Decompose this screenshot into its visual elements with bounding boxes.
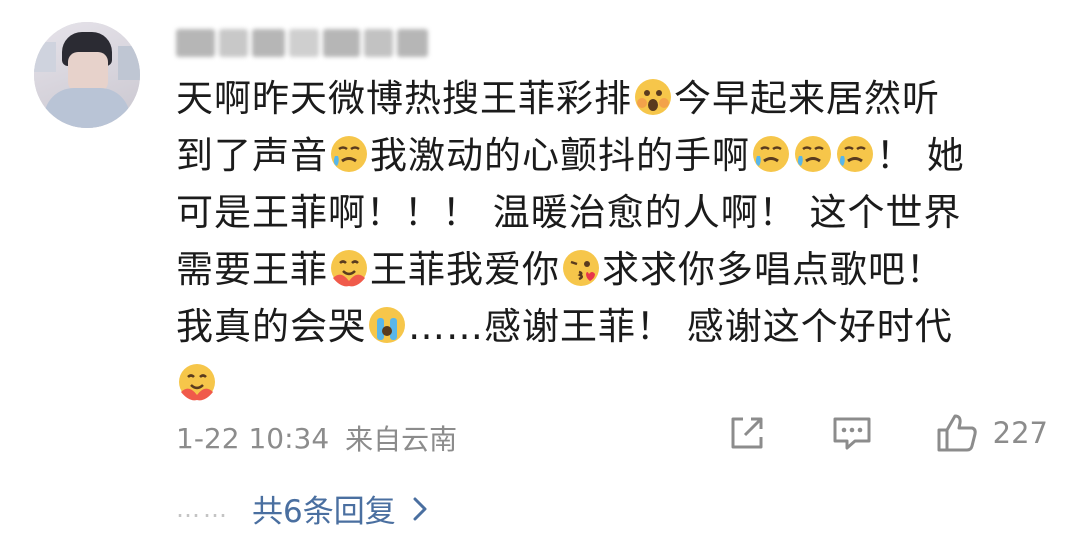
tearful-emoji-icon bbox=[835, 134, 875, 174]
shocked-emoji-icon bbox=[633, 77, 673, 117]
kiss-emoji-icon bbox=[561, 248, 601, 288]
hug-emoji-icon bbox=[329, 248, 369, 288]
crying-emoji-icon bbox=[367, 305, 407, 345]
tearful-emoji-icon bbox=[793, 134, 833, 174]
comment-button[interactable] bbox=[831, 413, 873, 453]
replies-label: 共6条回复 bbox=[252, 494, 396, 530]
like-icon bbox=[937, 414, 977, 452]
comment-line-4: 需要王菲 王菲我爱你 求求你多唱点歌吧！ bbox=[176, 248, 944, 291]
tearful-emoji-icon bbox=[329, 134, 369, 174]
comment-meta: 1-22 10:34 来自云南 bbox=[176, 418, 457, 458]
like-count: 227 bbox=[992, 416, 1048, 450]
chevron-right-icon bbox=[413, 497, 427, 520]
replies-row: …… 共6条回复 bbox=[176, 486, 428, 531]
comment-location: 来自云南 bbox=[345, 423, 458, 456]
share-icon bbox=[731, 417, 763, 449]
username[interactable] bbox=[176, 24, 428, 62]
comment-time: 1-22 10:34 bbox=[176, 421, 330, 455]
replies-divider: …… bbox=[176, 494, 230, 523]
like-button[interactable]: 227 bbox=[935, 412, 1048, 454]
view-replies-link[interactable]: 共6条回复 bbox=[252, 486, 428, 531]
comment-line-5: 我真的会哭 ……感谢王菲！ 感谢这个好时代 bbox=[176, 305, 953, 348]
comment-line-2: 到了声音 我激动的心颤抖的手啊 ！ 她 bbox=[176, 134, 965, 177]
comment-line-6 bbox=[176, 355, 1056, 412]
comment-line-1: 天啊昨天微博热搜王菲彩排 今早起来居然听 bbox=[176, 77, 940, 120]
tearful-emoji-icon bbox=[751, 134, 791, 174]
comment-icon bbox=[833, 417, 871, 450]
share-button[interactable] bbox=[727, 413, 767, 453]
comment-actions: 227 bbox=[727, 412, 1048, 454]
hug-emoji-icon bbox=[177, 362, 217, 402]
comment-line-3: 可是王菲啊！！！ 温暖治愈的人啊！ 这个世界 bbox=[176, 191, 962, 234]
avatar[interactable] bbox=[34, 22, 140, 128]
comment-text: 天啊昨天微博热搜王菲彩排 今早起来居然听 到了声音 我激动的心颤抖的手啊 ！ 她… bbox=[176, 70, 1056, 412]
